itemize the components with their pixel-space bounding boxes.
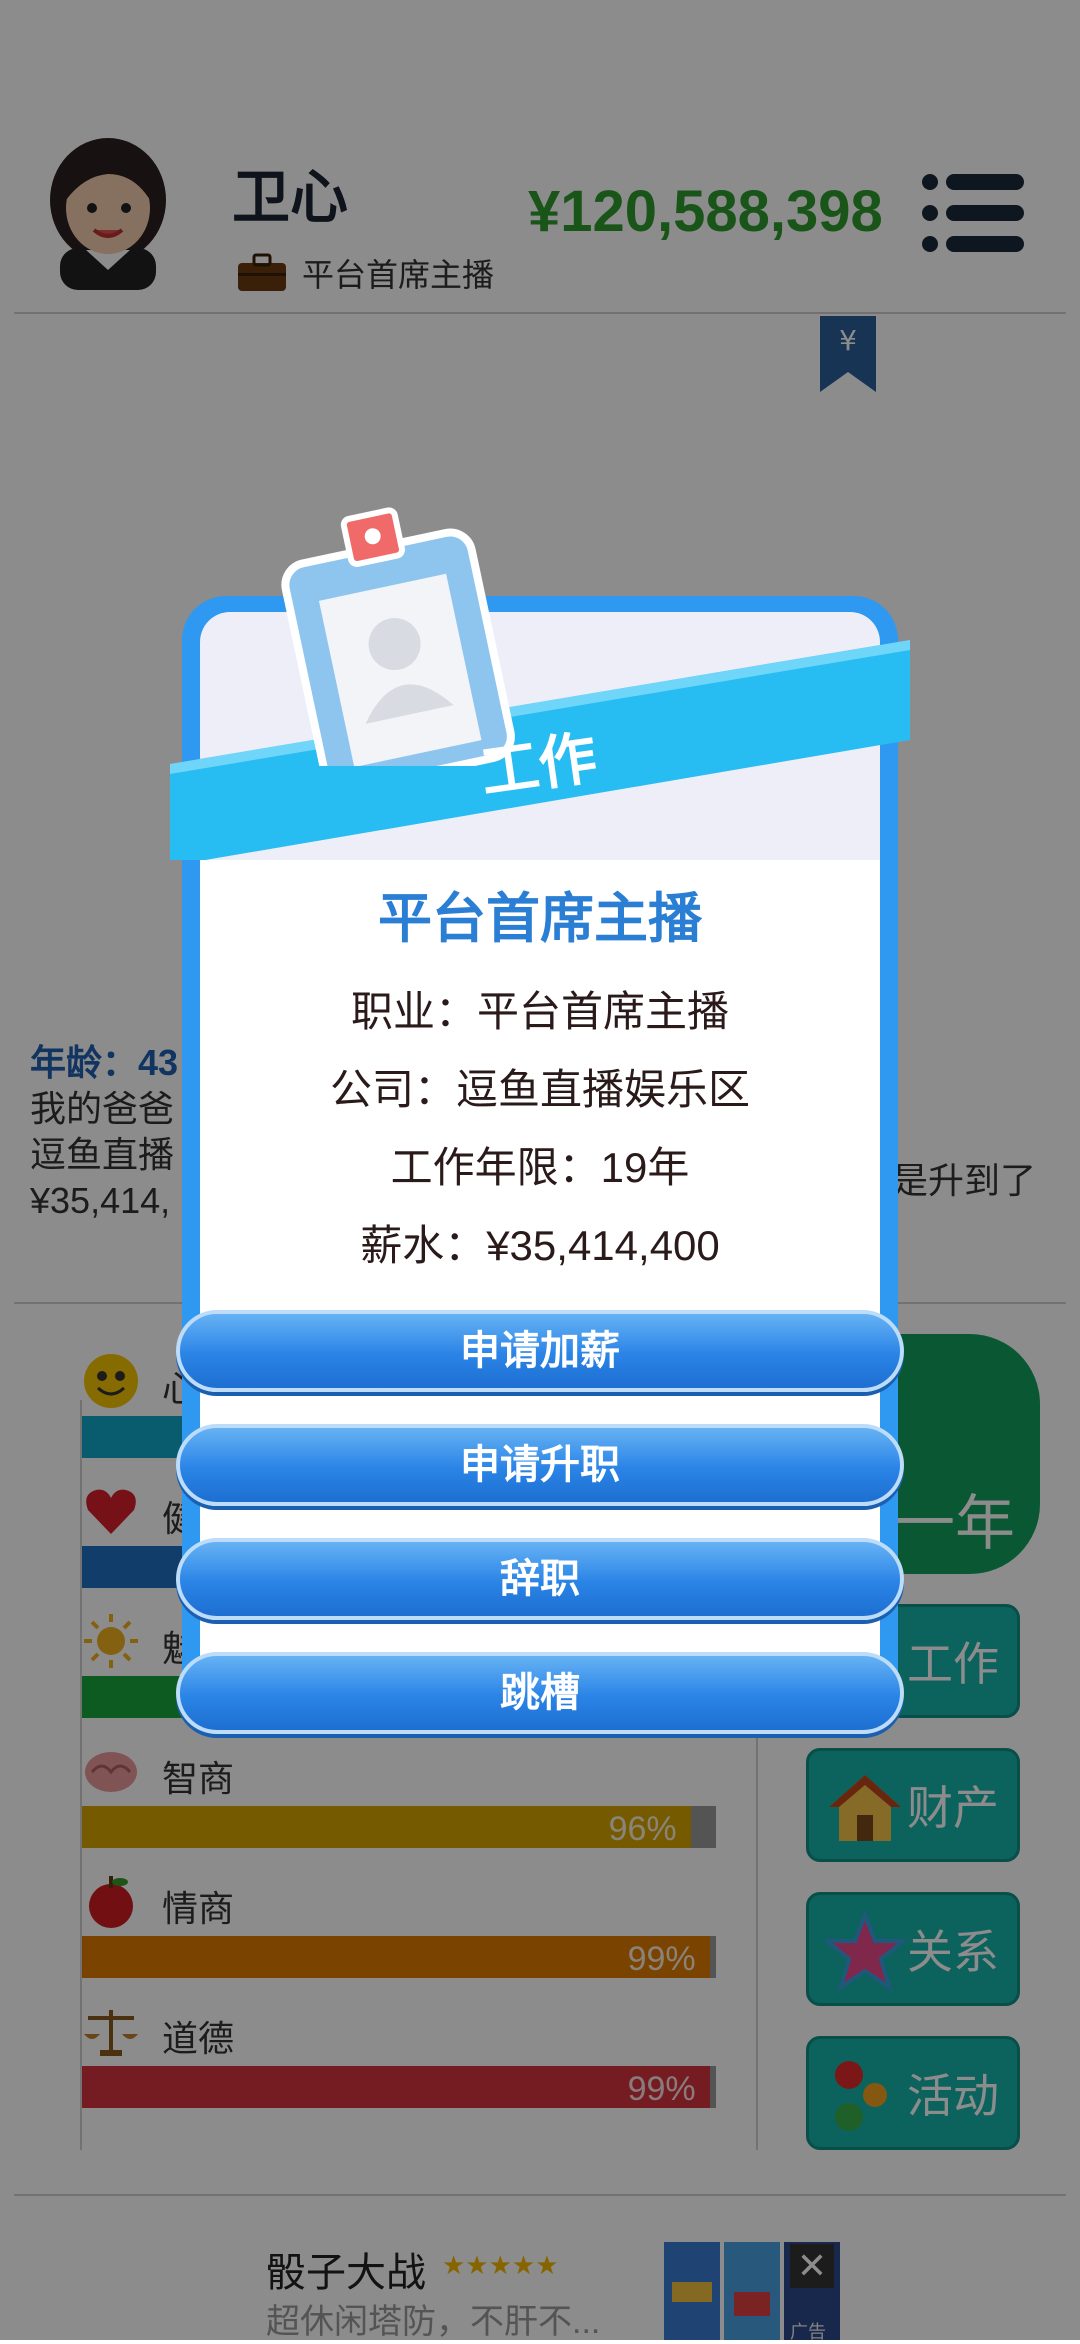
work-years-text: 工作年限：19年 [390, 1144, 690, 1191]
salary-text: 薪水：¥35,414,400 [360, 1222, 720, 1269]
occupation-text: 职业：平台首席主播 [350, 988, 729, 1035]
dialog-title: 工作 [476, 725, 601, 806]
resign-button[interactable]: 辞职 [176, 1538, 904, 1620]
job-heading: 平台首席主播 [378, 889, 702, 949]
request-raise-button[interactable]: 申请加薪 [176, 1310, 904, 1392]
company-text: 公司：逗鱼直播娱乐区 [329, 1066, 750, 1113]
switch-job-button[interactable]: 跳槽 [176, 1652, 904, 1734]
request-promotion-button[interactable]: 申请升职 [176, 1424, 904, 1506]
